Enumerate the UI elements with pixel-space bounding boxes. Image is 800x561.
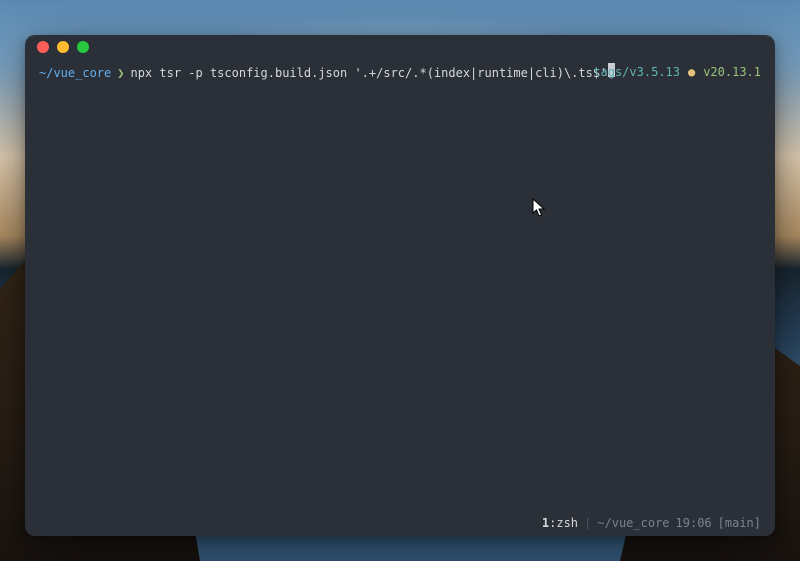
terminal-body[interactable]: ~/vue_core ❯ npx tsr -p tsconfig.build.j…	[25, 59, 775, 510]
tab-name: :zsh	[549, 516, 578, 530]
prompt-path: ~/vue_core	[39, 64, 111, 82]
minimize-icon[interactable]	[57, 41, 69, 53]
right-status: tags/v3.5.13 ● v20.13.1	[593, 63, 761, 81]
status-tab[interactable]: 1:zsh	[542, 516, 578, 530]
git-tag: tags/v3.5.13	[593, 63, 680, 81]
status-path: ~/vue_core	[597, 516, 669, 530]
command-input[interactable]: npx tsr -p tsconfig.build.json '.+/src/.…	[130, 64, 607, 82]
status-divider: |	[584, 516, 591, 530]
close-icon[interactable]	[37, 41, 49, 53]
statusbar: 1:zsh | ~/vue_core 19:06 [main]	[25, 510, 775, 536]
status-branch: [main]	[718, 516, 761, 530]
maximize-icon[interactable]	[77, 41, 89, 53]
node-version: v20.13.1	[703, 63, 761, 81]
titlebar	[25, 35, 775, 59]
status-dot-icon: ●	[688, 63, 695, 81]
prompt-separator: ❯	[117, 64, 124, 82]
status-time: 19:06	[676, 516, 712, 530]
terminal-window: ~/vue_core ❯ npx tsr -p tsconfig.build.j…	[25, 35, 775, 536]
